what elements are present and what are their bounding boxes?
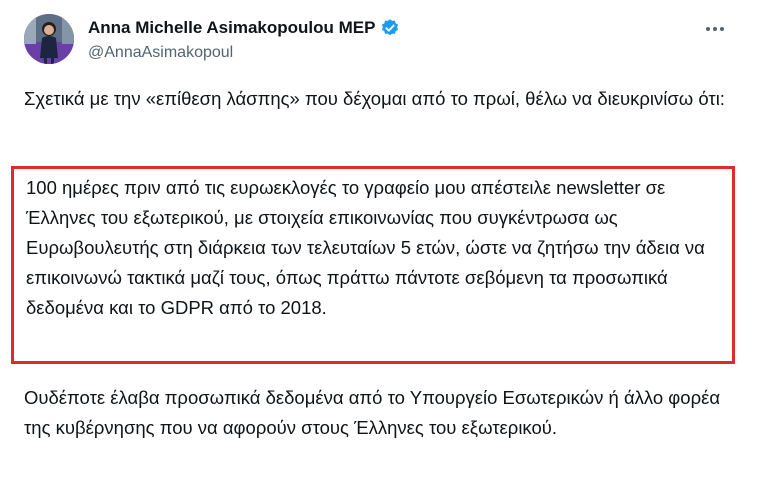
display-name-row: Anna Michelle Asimakopoulou MEP [88,16,400,40]
avatar[interactable] [24,14,74,64]
display-name[interactable]: Anna Michelle Asimakopoulou MEP [88,18,375,38]
tweet-header: Anna Michelle Asimakopoulou MEP @AnnaAsi… [24,14,744,66]
tweet-paragraph-1: Σχετικά με την «επίθεση λάσπης» που δέχο… [24,88,725,109]
verified-badge-icon [380,18,400,38]
more-options-icon[interactable] [702,18,728,40]
dot [720,27,724,31]
author-handle[interactable]: @AnnaAsimakopoul [88,44,400,62]
dot [706,27,710,31]
tweet-paragraph-3: Ουδέποτε έλαβα προσωπικά δεδομένα από το… [24,387,721,438]
dot [713,27,717,31]
tweet-paragraph-2: 100 ημέρες πριν από τις ευρωεκλογές το γ… [26,177,705,318]
author-names: Anna Michelle Asimakopoulou MEP @AnnaAsi… [88,16,400,62]
